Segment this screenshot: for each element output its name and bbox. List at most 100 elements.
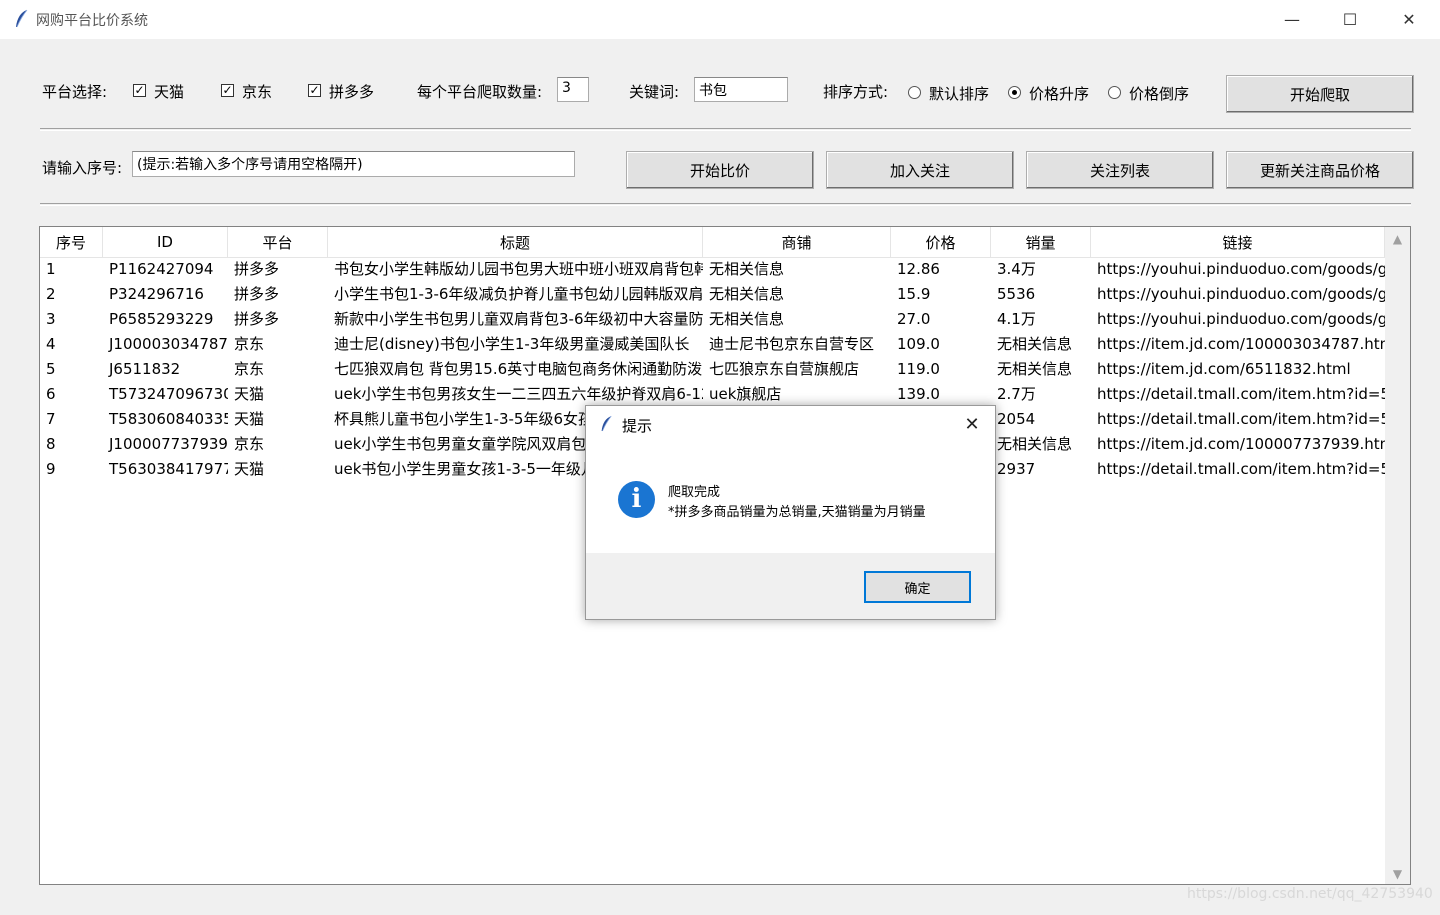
cell-shop: 七匹狼京东自营旗舰店	[709, 360, 860, 378]
cell-price: 119.0	[897, 360, 940, 378]
index-input[interactable]: (提示:若输入多个序号请用空格隔开)	[132, 151, 575, 177]
dialog-close-button[interactable]: ✕	[957, 411, 987, 439]
cell-title: 书包女小学生韩版幼儿园书包男大班中班小班双肩背包韩	[334, 260, 703, 278]
sort-label: 排序方式:	[823, 83, 889, 101]
cell-shop: 无相关信息	[709, 310, 785, 328]
checkbox-pdd[interactable]: ✓	[308, 84, 321, 97]
table-row[interactable]: 2 P324296716 拼多多 小学生书包1-3-6年级减负护脊儿童书包幼儿园韩版双…	[40, 282, 1385, 307]
cell-sales: 2054	[997, 410, 1036, 428]
cell-id: P324296716	[109, 285, 204, 303]
ok-button[interactable]: 确定	[864, 571, 971, 603]
cell-id: T573247096730	[109, 385, 228, 403]
checkbox-tmall-label: 天猫	[154, 83, 185, 101]
cell-index: 1	[46, 260, 56, 278]
cell-link: https://detail.tmall.com/item.htm?id=58	[1097, 410, 1385, 428]
cell-platform: 拼多多	[234, 260, 280, 278]
cell-sales: 无相关信息	[997, 360, 1073, 378]
cell-link: https://youhui.pinduoduo.com/goods/g	[1097, 285, 1385, 303]
cell-id: P6585293229	[109, 310, 214, 328]
cell-index: 2	[46, 285, 56, 303]
cell-sales: 2937	[997, 460, 1036, 478]
cell-link: https://item.jd.com/100003034787.html	[1097, 335, 1385, 353]
add-follow-button[interactable]: 加入关注	[826, 151, 1014, 189]
cell-platform: 天猫	[234, 410, 265, 428]
follow-list-button[interactable]: 关注列表	[1026, 151, 1214, 189]
cell-platform: 天猫	[234, 460, 265, 478]
dialog-title: 提示	[622, 417, 653, 435]
column-header-platform[interactable]: 平台	[228, 227, 328, 258]
cell-platform: 京东	[234, 335, 265, 353]
cell-index: 8	[46, 435, 56, 453]
scroll-up-arrow-icon[interactable]: ▲	[1385, 229, 1410, 249]
cell-price: 12.86	[897, 260, 940, 278]
minimize-button[interactable]: —	[1263, 0, 1321, 39]
cell-sales: 2.7万	[997, 385, 1036, 403]
dialog-message-line2: *拼多多商品销量为总销量,天猫销量为月销量	[668, 505, 926, 520]
cell-price: 15.9	[897, 285, 931, 303]
window-title: 网购平台比价系统	[36, 13, 148, 29]
cell-shop: uek旗舰店	[709, 385, 782, 403]
cell-title: 七匹狼双肩包 背包男15.6英寸电脑包商务休闲通勤防泼	[334, 360, 703, 378]
cell-index: 6	[46, 385, 56, 403]
keyword-label: 关键词:	[629, 83, 680, 101]
cell-index: 7	[46, 410, 56, 428]
cell-sales: 3.4万	[997, 260, 1036, 278]
table-row[interactable]: 1 P1162427094 拼多多 书包女小学生韩版幼儿园书包男大班中班小班双肩背包韩…	[40, 257, 1385, 282]
dialog-footer: 确定	[586, 553, 995, 619]
checkbox-jd-label: 京东	[242, 83, 273, 101]
cell-sales: 无相关信息	[997, 335, 1073, 353]
cell-link: https://item.jd.com/6511832.html	[1097, 360, 1351, 378]
cell-id: T583060840335	[109, 410, 228, 428]
cell-sales: 无相关信息	[997, 435, 1073, 453]
cell-shop: 无相关信息	[709, 285, 785, 303]
scroll-down-arrow-icon[interactable]: ▼	[1385, 864, 1410, 884]
column-header-price[interactable]: 价格	[891, 227, 991, 258]
cell-platform: 拼多多	[234, 285, 280, 303]
radio-price-desc[interactable]	[1108, 86, 1121, 99]
cell-shop: 迪士尼书包京东自营专区	[709, 335, 875, 353]
cell-platform: 京东	[234, 360, 265, 378]
cell-sales: 5536	[997, 285, 1036, 303]
radio-price-asc[interactable]	[1008, 86, 1021, 99]
start-crawl-button[interactable]: 开始爬取	[1226, 75, 1414, 113]
keyword-input[interactable]: 书包	[694, 77, 788, 102]
cell-title: 新款中小学生书包男儿童双肩背包3-6年级初中大容量防	[334, 310, 703, 328]
column-header-shop[interactable]: 商铺	[703, 227, 891, 258]
radio-default-sort[interactable]	[908, 86, 921, 99]
checkbox-jd[interactable]: ✓	[221, 84, 234, 97]
cell-price: 109.0	[897, 335, 940, 353]
cell-sales: 4.1万	[997, 310, 1036, 328]
cell-index: 5	[46, 360, 56, 378]
update-price-button[interactable]: 更新关注商品价格	[1226, 151, 1414, 189]
table-row[interactable]: 6 T573247096730 天猫 uek小学生书包男孩女生一二三四五六年级护脊双肩…	[40, 382, 1385, 407]
table-row[interactable]: 3 P6585293229 拼多多 新款中小学生书包男儿童双肩背包3-6年级初中大容量…	[40, 307, 1385, 332]
column-header-sales[interactable]: 销量	[991, 227, 1091, 258]
info-dialog: 提示 ✕ i 爬取完成 *拼多多商品销量为总销量,天猫销量为月销量 确定	[585, 405, 996, 620]
table-row[interactable]: 4 J100003034787 京东 迪士尼(disney)书包小学生1-3年级男童漫…	[40, 332, 1385, 357]
cell-link: https://youhui.pinduoduo.com/goods/g	[1097, 310, 1385, 328]
maximize-button[interactable]: ☐	[1321, 0, 1379, 39]
column-header-id[interactable]: ID	[103, 227, 228, 258]
compare-button[interactable]: 开始比价	[626, 151, 814, 189]
count-label: 每个平台爬取数量:	[417, 83, 543, 101]
count-input[interactable]: 3	[557, 77, 589, 102]
cell-platform: 京东	[234, 435, 265, 453]
column-header-index[interactable]: 序号	[40, 227, 103, 258]
column-header-title[interactable]: 标题	[328, 227, 703, 258]
platform-label: 平台选择:	[42, 83, 108, 101]
vertical-scrollbar[interactable]: ▲ ▼	[1385, 227, 1410, 884]
cell-price: 139.0	[897, 385, 940, 403]
cell-shop: 无相关信息	[709, 260, 785, 278]
cell-title: 小学生书包1-3-6年级减负护脊儿童书包幼儿园韩版双肩	[334, 285, 703, 303]
radio-price-desc-label: 价格倒序	[1129, 85, 1190, 103]
watermark: https://blog.csdn.net/qq_42753940	[1187, 886, 1433, 902]
cell-id: P1162427094	[109, 260, 214, 278]
close-button[interactable]: ✕	[1380, 0, 1438, 39]
dialog-message-line1: 爬取完成	[668, 485, 721, 500]
cell-title: 迪士尼(disney)书包小学生1-3年级男童漫威美国队长	[334, 335, 690, 353]
column-header-link[interactable]: 链接	[1091, 227, 1385, 258]
table-header: 序号 ID 平台 标题 商铺 价格 销量 链接	[40, 227, 1385, 258]
title-bar: 网购平台比价系统 — ☐ ✕	[0, 0, 1440, 39]
table-row[interactable]: 5 J6511832 京东 七匹狼双肩包 背包男15.6英寸电脑包商务休闲通勤防泼 七匹…	[40, 357, 1385, 382]
checkbox-tmall[interactable]: ✓	[133, 84, 146, 97]
